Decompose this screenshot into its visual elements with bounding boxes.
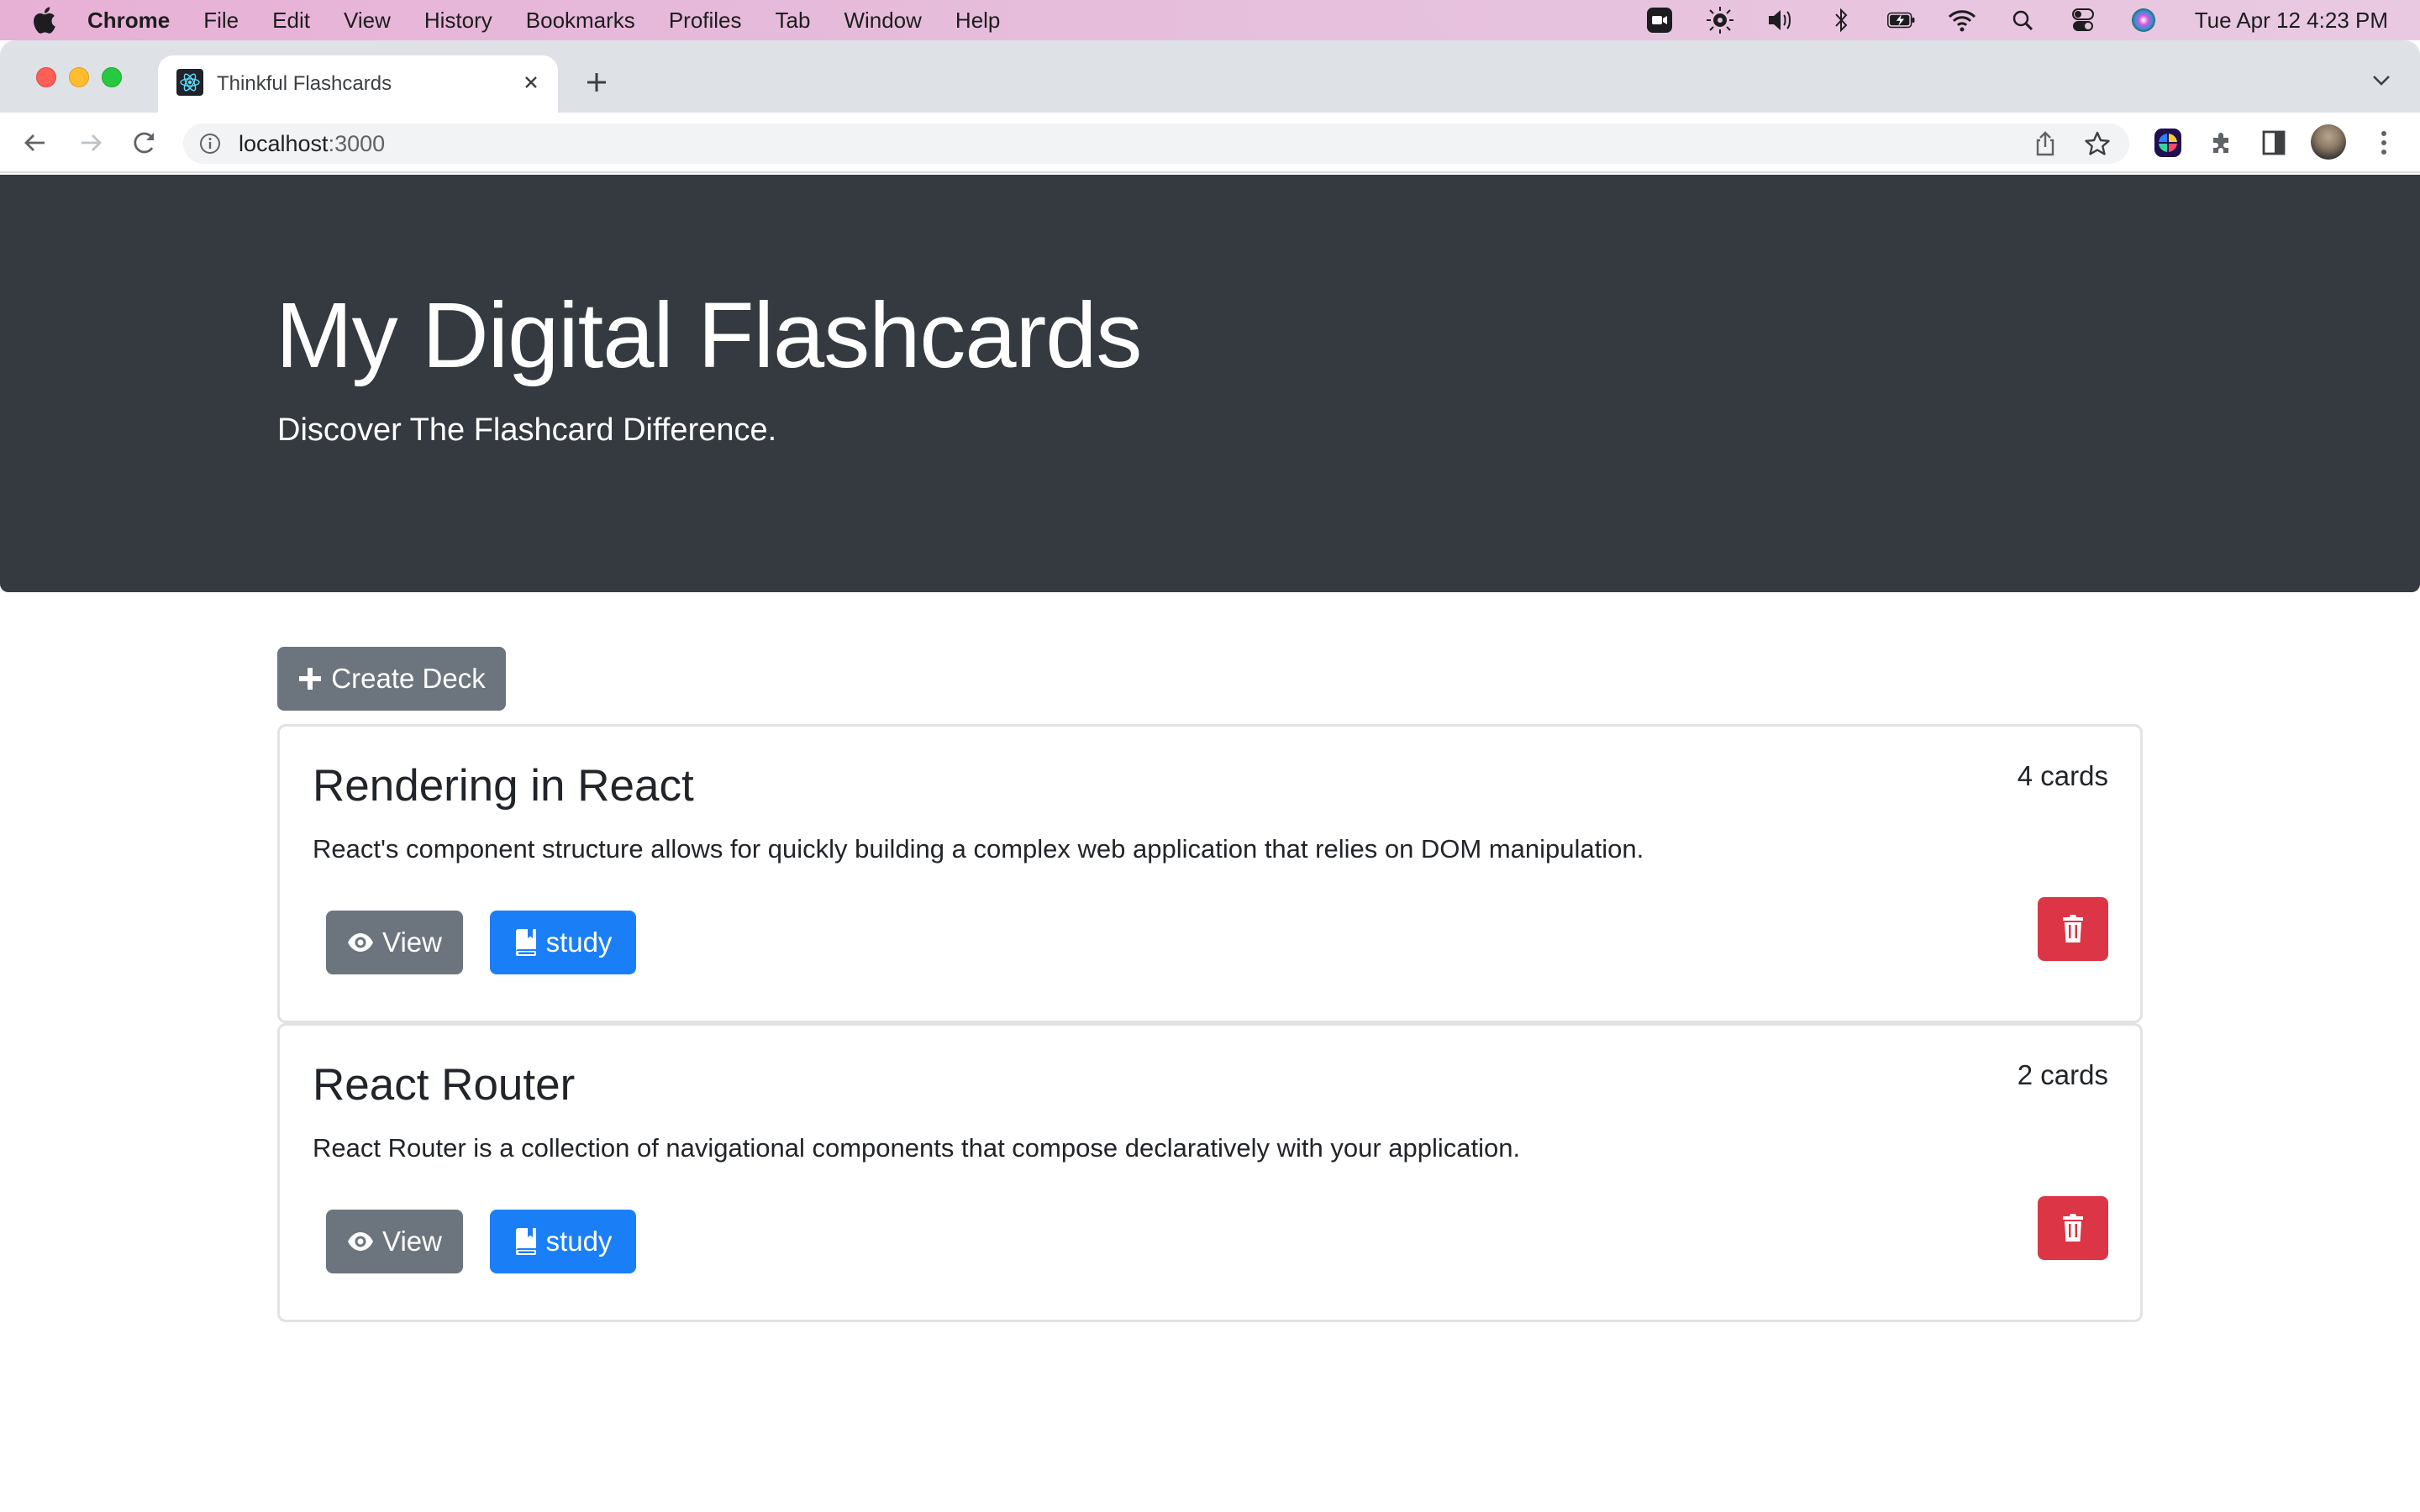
menu-window[interactable]: Window: [844, 8, 921, 34]
trash-icon: [2061, 1214, 2085, 1242]
url-port: :3000: [328, 131, 386, 156]
view-label: View: [382, 927, 442, 958]
spotlight-search-icon[interactable]: [2008, 6, 2037, 34]
bookmark-star-icon[interactable]: [2084, 130, 2111, 157]
control-center-icon[interactable]: [2069, 6, 2097, 34]
menu-history[interactable]: History: [424, 8, 492, 34]
share-icon[interactable]: [2032, 130, 2059, 157]
battery-charging-icon[interactable]: [1886, 6, 1916, 34]
forward-arrow-icon[interactable]: [76, 128, 106, 158]
deck-card: Rendering in React 4 cards React's compo…: [277, 724, 2143, 1023]
deck-card-count: 4 cards: [2017, 760, 2108, 791]
study-label: study: [545, 927, 613, 958]
menu-profiles[interactable]: Profiles: [669, 8, 742, 34]
macos-menu-bar: Chrome File Edit View History Bookmarks …: [0, 0, 2420, 40]
menu-file[interactable]: File: [203, 8, 239, 34]
browser-tab-active[interactable]: Thinkful Flashcards: [158, 55, 558, 114]
plus-icon: [297, 666, 323, 691]
menu-bar-status-area: Tue Apr 12 4:23 PM: [1645, 0, 2388, 40]
profile-avatar[interactable]: [2311, 124, 2346, 160]
view-deck-button[interactable]: View: [326, 1210, 463, 1273]
page-subtitle: Discover The Flashcard Difference.: [277, 412, 777, 448]
eye-icon: [347, 1231, 374, 1252]
menu-tab[interactable]: Tab: [776, 8, 811, 34]
window-close-button[interactable]: [36, 67, 56, 87]
color-palette-extension-icon[interactable]: [2153, 128, 2183, 158]
volume-icon[interactable]: [1766, 6, 1795, 34]
tab-title: Thinkful Flashcards: [217, 72, 392, 95]
bluetooth-icon[interactable]: [1827, 6, 1855, 34]
browser-tab-strip: Thinkful Flashcards: [0, 40, 2420, 114]
browser-toolbar: localhost:3000: [0, 113, 2420, 173]
side-panel-icon[interactable]: [2259, 128, 2289, 158]
wifi-icon[interactable]: [1948, 6, 1976, 34]
book-icon: [514, 1228, 538, 1255]
zoom-icon[interactable]: [1645, 6, 1674, 34]
view-label: View: [382, 1226, 442, 1257]
menu-app-chrome[interactable]: Chrome: [87, 8, 170, 34]
trash-icon: [2061, 915, 2085, 943]
back-arrow-icon[interactable]: [20, 128, 50, 158]
tab-search-chevron-icon[interactable]: [2368, 67, 2395, 94]
deck-title: React Router: [313, 1060, 576, 1110]
study-label: study: [545, 1226, 613, 1257]
extensions-puzzle-icon[interactable]: [2207, 128, 2237, 158]
new-tab-icon[interactable]: [580, 66, 613, 99]
page-viewport: My Digital Flashcards Discover The Flash…: [0, 175, 2420, 1512]
study-deck-button[interactable]: study: [490, 1210, 636, 1273]
reload-icon[interactable]: [129, 128, 160, 158]
window-zoom-button[interactable]: [102, 67, 122, 87]
book-icon: [514, 929, 538, 956]
page-title: My Digital Flashcards: [276, 284, 1142, 387]
view-deck-button[interactable]: View: [326, 911, 463, 974]
menu-bar-clock[interactable]: Tue Apr 12 4:23 PM: [2195, 8, 2388, 34]
eye-icon: [347, 932, 374, 953]
deck-description: React's component structure allows for q…: [313, 834, 1644, 864]
menu-bookmarks[interactable]: Bookmarks: [526, 8, 635, 34]
siri-icon[interactable]: [2129, 6, 2158, 34]
jumbotron-header: My Digital Flashcards Discover The Flash…: [0, 175, 2420, 592]
apple-menu-icon[interactable]: [32, 6, 57, 34]
site-info-icon[interactable]: [198, 132, 222, 155]
brightness-icon[interactable]: [1706, 6, 1734, 34]
delete-deck-button[interactable]: [2038, 1196, 2108, 1260]
deck-title: Rendering in React: [313, 761, 694, 811]
react-logo-icon: [176, 69, 203, 96]
deck-card-count: 2 cards: [2017, 1059, 2108, 1090]
tab-close-icon[interactable]: [518, 69, 544, 96]
menu-edit[interactable]: Edit: [272, 8, 310, 34]
delete-deck-button[interactable]: [2038, 897, 2108, 961]
url-text[interactable]: localhost:3000: [239, 131, 385, 157]
create-deck-button[interactable]: Create Deck: [277, 647, 506, 711]
chrome-menu-kebab-icon[interactable]: [2371, 128, 2396, 158]
deck-description: React Router is a collection of navigati…: [313, 1133, 1521, 1163]
deck-card: React Router 2 cards React Router is a c…: [277, 1023, 2143, 1322]
url-host: localhost: [239, 131, 329, 156]
menu-help[interactable]: Help: [955, 8, 1000, 34]
menu-view[interactable]: View: [344, 8, 391, 34]
create-deck-label: Create Deck: [331, 663, 486, 694]
window-minimize-button[interactable]: [69, 67, 89, 87]
study-deck-button[interactable]: study: [490, 911, 636, 974]
address-bar[interactable]: localhost:3000: [183, 123, 2129, 164]
